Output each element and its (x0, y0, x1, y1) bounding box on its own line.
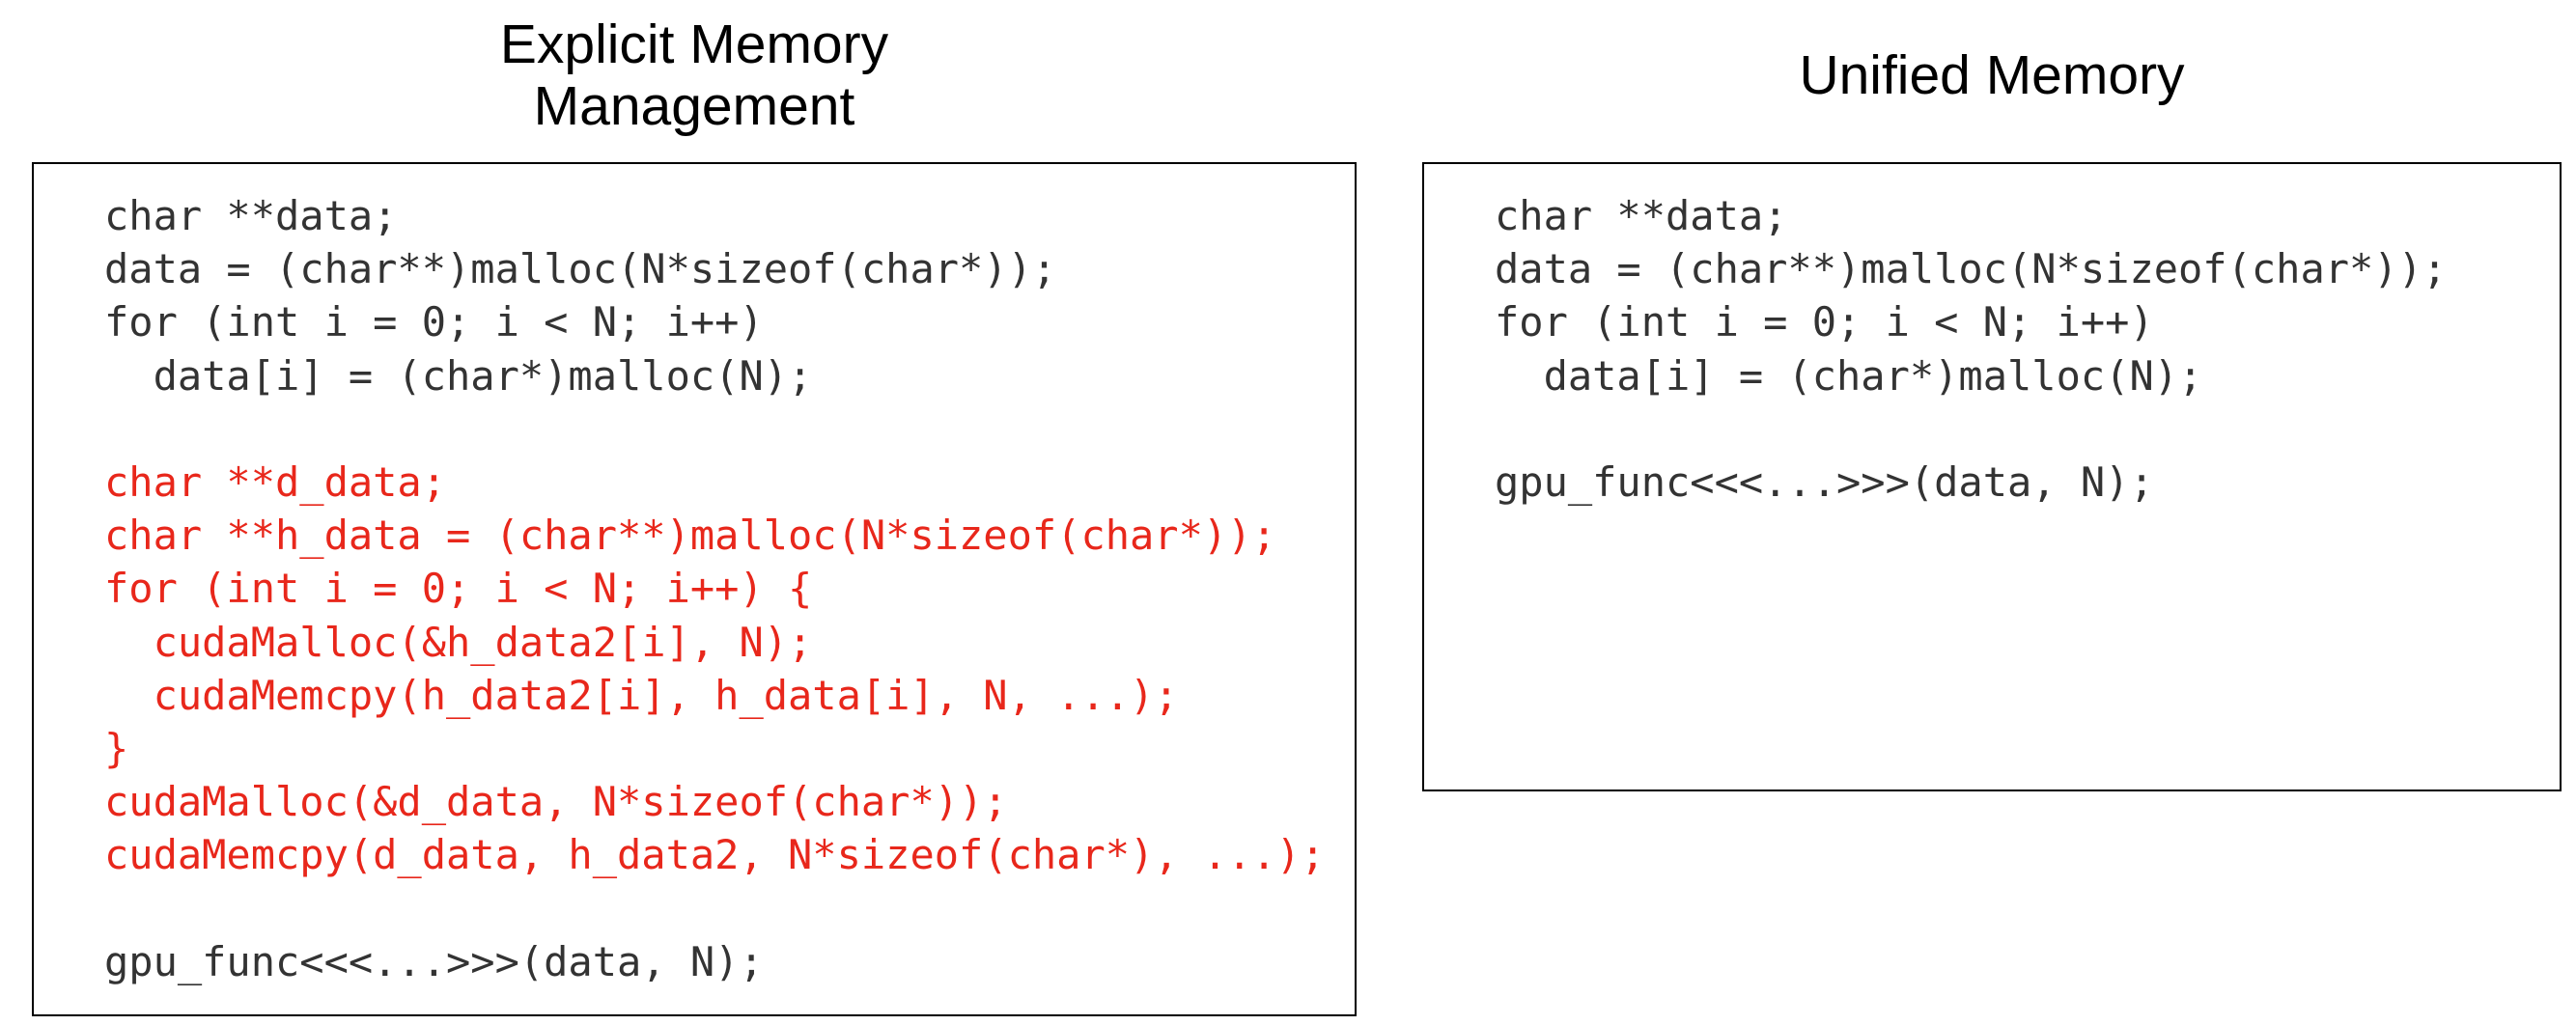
code-line-added: char **d_data; (104, 457, 447, 506)
unified-memory-code: char **data; data = (char**)malloc(N*size… (1495, 189, 2447, 509)
code-line: data = (char**)malloc(N*sizeof(char*)); (104, 245, 1057, 293)
code-line: char **data; (1495, 192, 1788, 239)
code-line: for (int i = 0; i < N; i++) (104, 298, 764, 346)
explicit-memory-title: Explicit Memory Management (499, 14, 889, 137)
code-line: data[i] = (char*)malloc(N); (104, 351, 813, 400)
code-line: gpu_func<<<...>>>(data, N); (104, 937, 764, 985)
code-line-added: cudaMalloc(&h_data2[i], N); (104, 618, 813, 666)
code-line: char **data; (104, 192, 398, 239)
code-line-added: char **h_data = (char**)malloc(N*sizeof(… (104, 512, 1276, 560)
code-line-added: cudaMemcpy(h_data2[i], h_data[i], N, ...… (104, 671, 1179, 719)
code-line-added: cudaMemcpy(d_data, h_data2, N*sizeof(cha… (104, 831, 1326, 879)
explicit-memory-code-box: char **data; data = (char**)malloc(N*size… (32, 162, 1357, 1016)
code-line-added: cudaMalloc(&d_data, N*sizeof(char*)); (104, 778, 1008, 826)
code-line-added: } (104, 724, 129, 772)
code-line-added: for (int i = 0; i < N; i++) { (104, 565, 813, 613)
code-line: gpu_func<<<...>>>(data, N); (1495, 457, 2154, 506)
unified-memory-title: Unified Memory (1799, 44, 2185, 106)
code-line: data = (char**)malloc(N*sizeof(char*)); (1495, 245, 2448, 293)
code-line: data[i] = (char*)malloc(N); (1495, 351, 2203, 400)
unified-memory-code-box: char **data; data = (char**)malloc(N*size… (1422, 162, 2562, 791)
explicit-memory-code: char **data; data = (char**)malloc(N*size… (104, 189, 1325, 988)
code-line: for (int i = 0; i < N; i++) (1495, 298, 2154, 346)
